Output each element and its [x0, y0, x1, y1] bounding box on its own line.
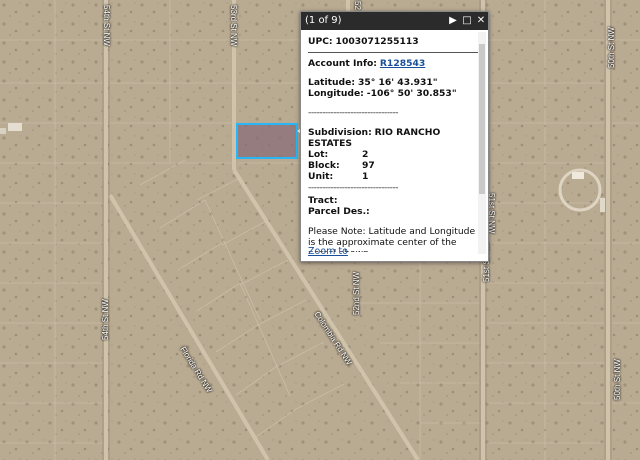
popup-divider [308, 52, 478, 53]
popup-count: (1 of 9) [305, 15, 342, 26]
scrollbar-thumb[interactable] [479, 44, 485, 194]
block-label: Block: [308, 160, 340, 171]
subdivision-label: Subdivision: [308, 127, 372, 138]
road-label-54th-top: 54th St NW [102, 5, 111, 46]
zoom-to-link[interactable]: Zoom to [308, 246, 348, 257]
popup-scrollbar[interactable] [478, 32, 486, 254]
road-label-54th-bottom: 54th St NW [101, 299, 110, 340]
tract-label: Tract: [308, 195, 338, 206]
road-label-52-top: 52 [353, 1, 362, 10]
separator-1: -------------------------------- [308, 107, 399, 118]
account-link[interactable]: R128543 [380, 58, 425, 69]
lot-label: Lot: [308, 149, 329, 160]
parcel-info-popup: (1 of 9) ▶ □ ✕ UPC: 1003071255113 Accoun… [300, 11, 489, 262]
longitude-value: -106° 50' 30.853" [366, 88, 457, 99]
latitude-value: 35° 16' 43.931" [357, 77, 438, 88]
road-label-50th-bottom: 50th St NW [613, 359, 622, 400]
road-label-50th-top: 50th St NW [607, 27, 616, 68]
longitude-label: Longitude: [308, 88, 364, 99]
road-label-52nd-bottom: 52nd St NW [352, 271, 361, 315]
upc-value: 1003071255113 [335, 36, 419, 47]
close-icon[interactable]: ✕ [475, 12, 487, 30]
unit-label: Unit: [308, 171, 334, 182]
selected-parcel[interactable] [236, 123, 298, 159]
upc-label: UPC: [308, 36, 333, 47]
block-value: 97 [362, 160, 375, 171]
parcel-des-label: Parcel Des.: [308, 206, 370, 217]
popup-content: UPC: 1003071255113 Account Info: R128543… [301, 30, 484, 252]
play-icon[interactable]: ▶ [447, 12, 459, 30]
latitude-label: Latitude: [308, 77, 356, 88]
account-label: Account Info: [308, 58, 377, 69]
unit-value: 1 [362, 171, 369, 182]
road-label-53rd: 53rd St NW [229, 5, 238, 47]
maximize-icon[interactable]: □ [461, 12, 473, 30]
popup-header: (1 of 9) ▶ □ ✕ [301, 12, 488, 30]
lot-value: 2 [362, 149, 369, 160]
separator-2: -------------------------------- [308, 182, 399, 193]
